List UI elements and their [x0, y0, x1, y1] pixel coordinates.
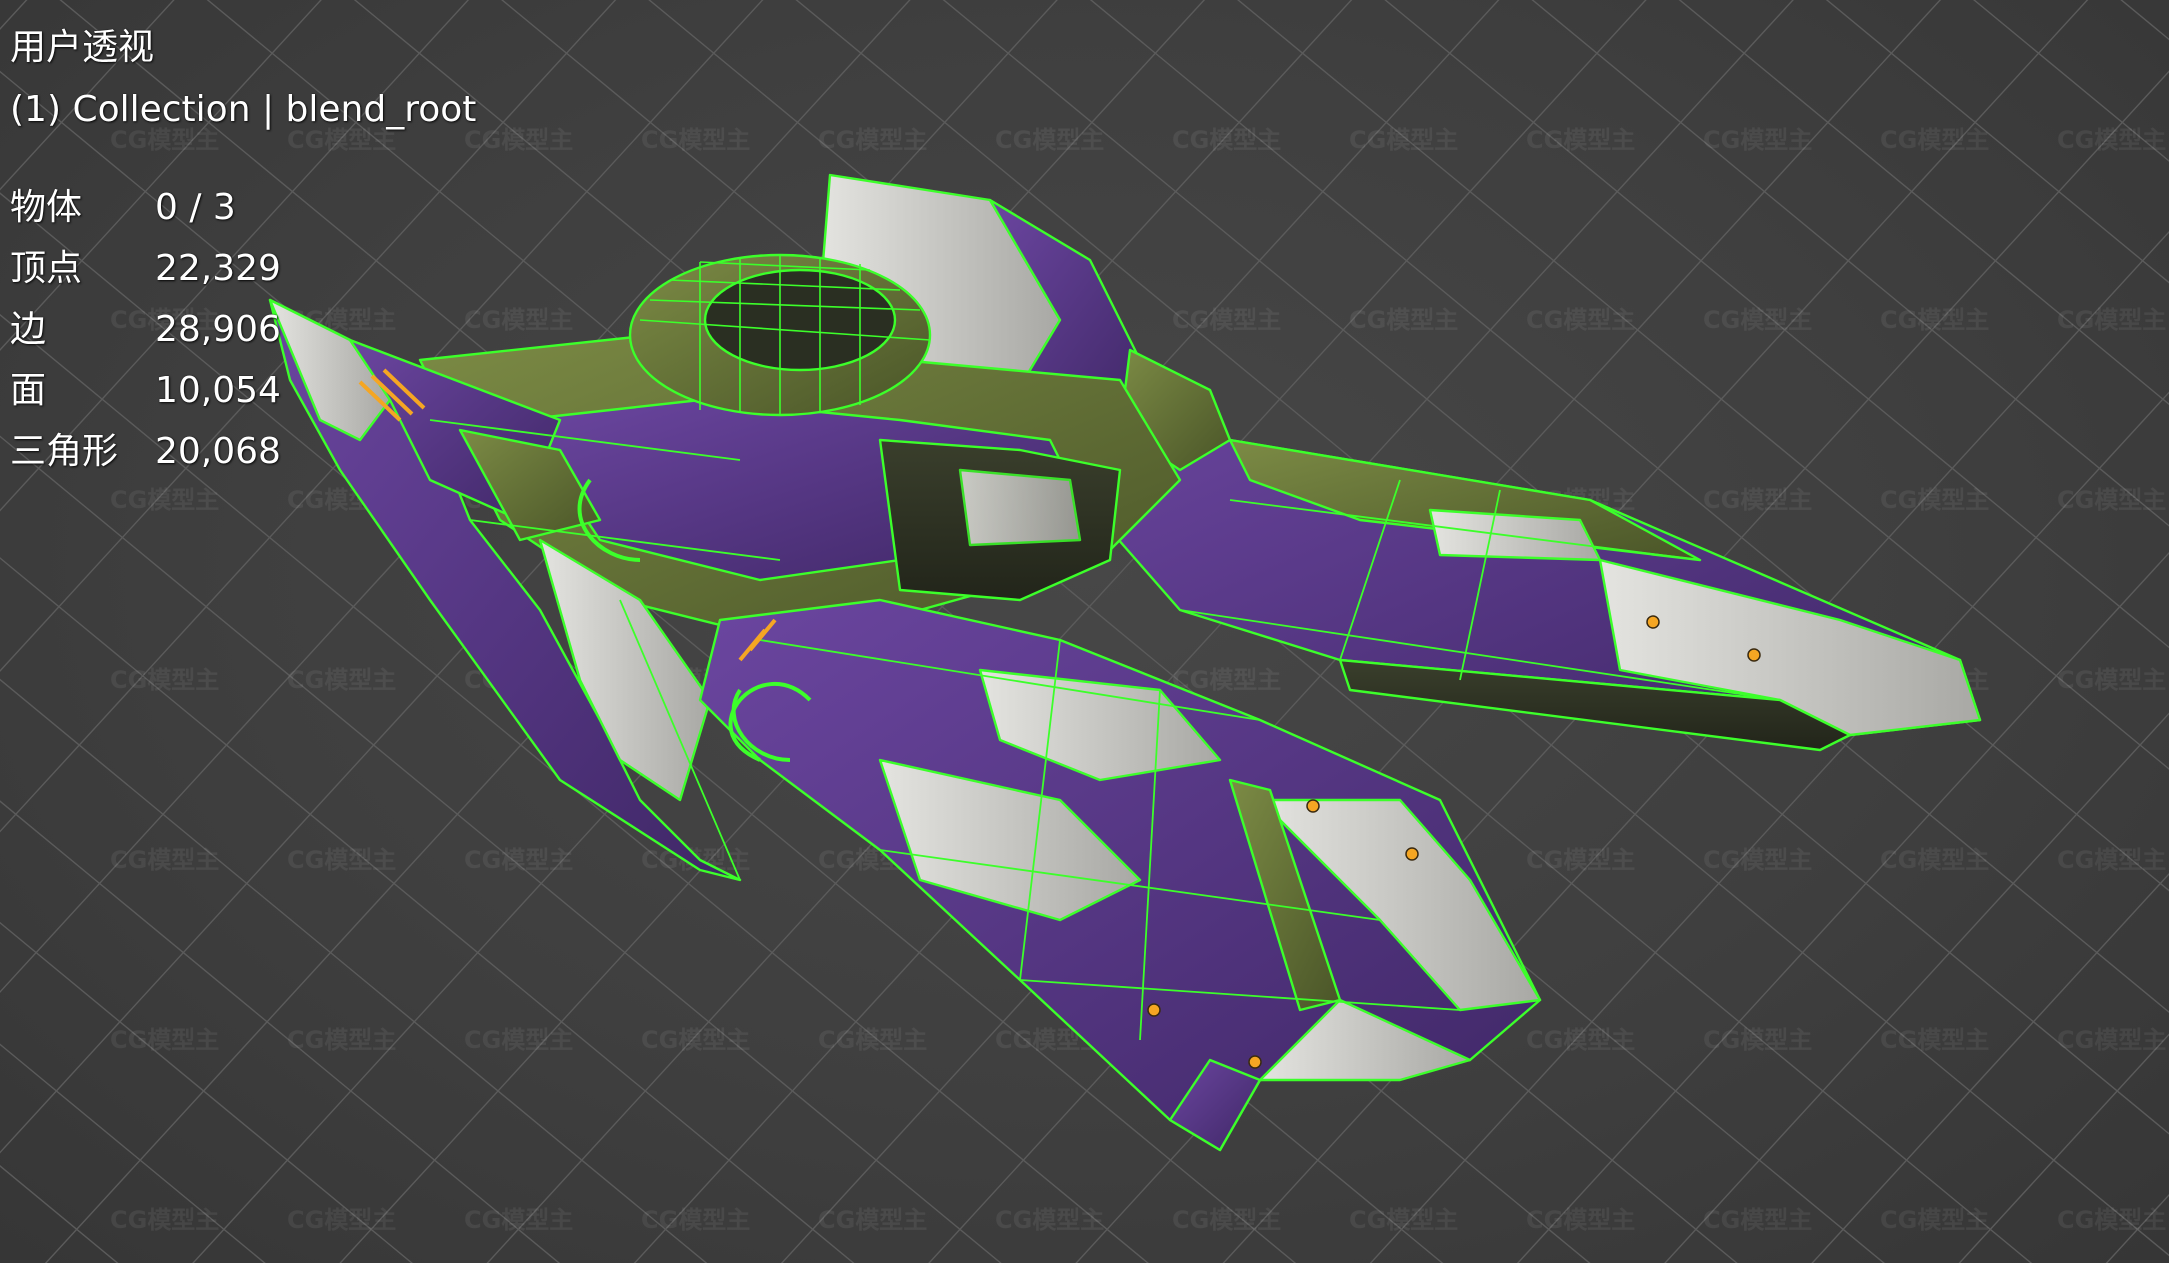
watermark-text: CG模型主 [1880, 306, 1989, 334]
watermark-text: CG模型主 [287, 1026, 396, 1054]
watermark-text: CG模型主 [1526, 306, 1635, 334]
watermark-text: CG模型主 [641, 1206, 750, 1234]
watermark-text: CG模型主 [1526, 1026, 1635, 1054]
watermark-text: CG模型主 [995, 1206, 1104, 1234]
watermark-text: CG模型主 [818, 126, 927, 154]
watermark-text: CG模型主 [110, 1026, 219, 1054]
watermark-text: CG模型主 [110, 846, 219, 874]
watermark-text: CG模型主 [641, 126, 750, 154]
watermark-text: CG模型主 [287, 666, 396, 694]
watermark-text: CG模型主 [1880, 126, 1989, 154]
watermark-text: CG模型主 [1172, 306, 1281, 334]
watermark-text: CG模型主 [1526, 846, 1635, 874]
watermark-text: CG模型主 [1349, 126, 1458, 154]
engine-vent [958, 468, 1082, 547]
stat-value: 22,329 [155, 248, 281, 289]
watermark-text: CG模型主 [1880, 486, 1989, 514]
stat-value: 0 / 3 [155, 187, 236, 228]
watermark-text: CG模型主 [2057, 306, 2166, 334]
watermark-text: CG模型主 [1703, 306, 1812, 334]
active-collection-label: (1) Collection | blend_root [10, 89, 477, 130]
watermark-text: CG模型主 [1880, 1206, 1989, 1234]
watermark-text: CG模型主 [287, 846, 396, 874]
watermark-text: CG模型主 [464, 846, 573, 874]
watermark-text: CG模型主 [464, 306, 573, 334]
stat-label: 物体 [10, 187, 83, 228]
stat-value: 28,906 [155, 309, 281, 350]
watermark-text: CG模型主 [2057, 486, 2166, 514]
watermark-text: CG模型主 [1880, 846, 1989, 874]
watermark-text: CG模型主 [1703, 126, 1812, 154]
watermark-text: CG模型主 [2057, 1206, 2166, 1234]
watermark-text: CG模型主 [641, 1026, 750, 1054]
watermark-text: CG模型主 [2057, 126, 2166, 154]
watermark-text: CG模型主 [287, 1206, 396, 1234]
3d-viewport[interactable]: CG模型主 CG模型主 CG模型主 CG模型主 CG模型主 CG模型主 CG模型主 CG模型主… [0, 0, 2169, 1263]
watermark-text: CG模型主 [464, 1026, 573, 1054]
watermark-text: CG模型主 [995, 126, 1104, 154]
watermark-text: CG模型主 [1526, 126, 1635, 154]
watermark-text: CG模型主 [2057, 666, 2166, 694]
stat-label: 面 [10, 370, 47, 411]
stat-value: 10,054 [155, 370, 281, 411]
watermark-text: CG模型主 [110, 486, 219, 514]
watermark-text: CG模型主 [1349, 1206, 1458, 1234]
watermark-text: CG模型主 [287, 126, 396, 154]
watermark-text: CG模型主 [1172, 126, 1281, 154]
watermark-text: CG模型主 [110, 1206, 219, 1234]
view-mode-label: 用户透视 [10, 27, 155, 68]
watermark-text: CG模型主 [464, 126, 573, 154]
stat-value: 20,068 [155, 431, 281, 472]
watermark-text: CG模型主 [1172, 1206, 1281, 1234]
watermark-text: CG模型主 [2057, 1026, 2166, 1054]
watermark-text: CG模型主 [1703, 486, 1812, 514]
watermark-text: CG模型主 [1172, 666, 1281, 694]
watermark-text: CG模型主 [1703, 1206, 1812, 1234]
watermark-text: CG模型主 [2057, 846, 2166, 874]
watermark-text: CG模型主 [1349, 306, 1458, 334]
viewport-scene[interactable]: CG模型主 CG模型主 CG模型主 CG模型主 CG模型主 CG模型主 CG模型主 CG模型主… [0, 0, 2169, 1263]
stat-label: 边 [10, 309, 47, 350]
stat-label: 顶点 [10, 248, 83, 289]
watermark-text: CG模型主 [1526, 1206, 1635, 1234]
watermark-text: CG模型主 [110, 666, 219, 694]
stat-label: 三角形 [10, 431, 119, 472]
watermark-text: CG模型主 [1703, 846, 1812, 874]
watermark-text: CG模型主 [110, 126, 219, 154]
watermark-text: CG模型主 [818, 1026, 927, 1054]
watermark-text: CG模型主 [464, 1206, 573, 1234]
watermark-text: CG模型主 [818, 1206, 927, 1234]
watermark-text: CG模型主 [1880, 1026, 1989, 1054]
watermark-text: CG模型主 [1703, 1026, 1812, 1054]
